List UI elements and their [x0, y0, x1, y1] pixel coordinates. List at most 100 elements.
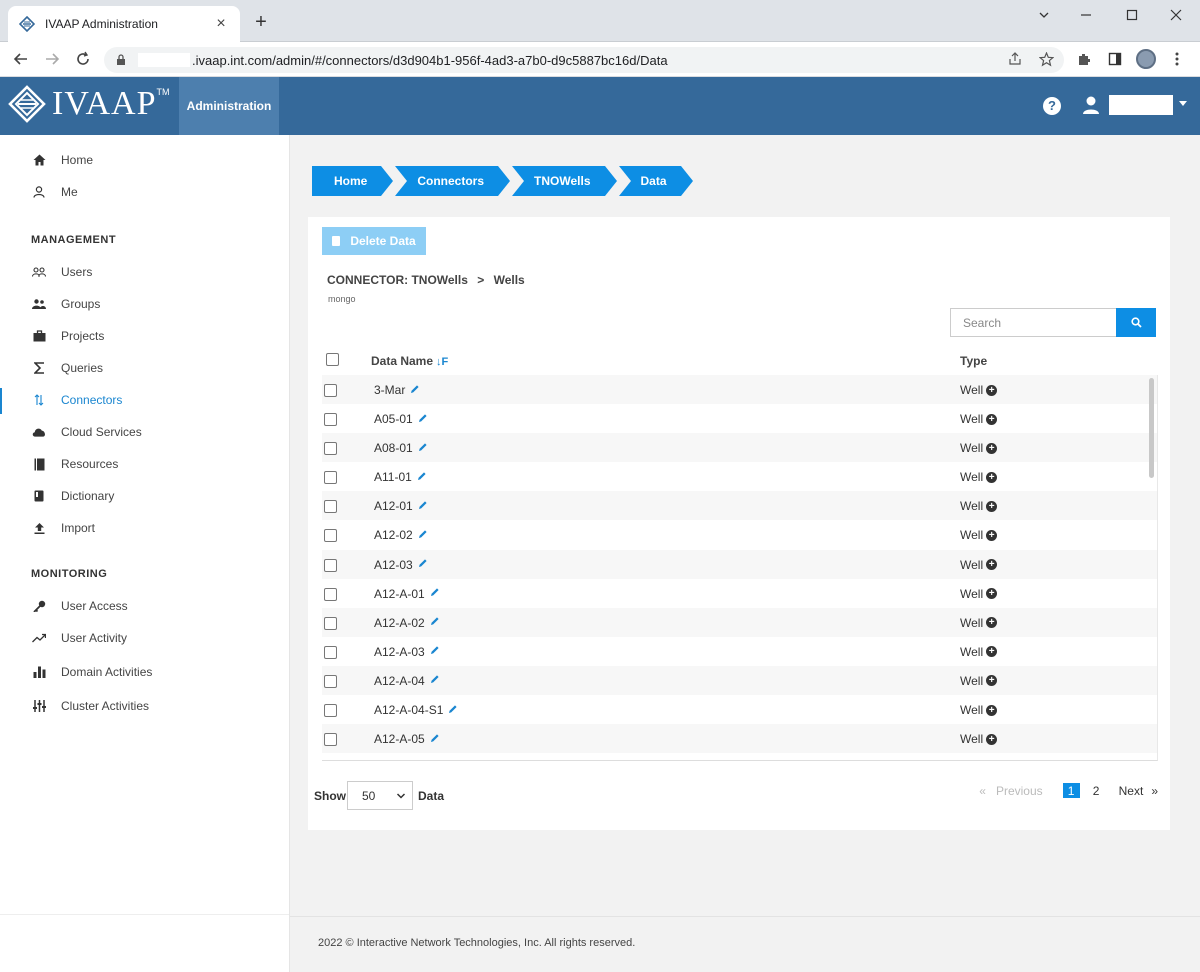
row-name[interactable]: A08-01	[374, 441, 413, 455]
sidebar-item-queries[interactable]: Queries	[0, 354, 289, 382]
add-circle-icon[interactable]: +	[986, 617, 998, 629]
sidebar-item-groups[interactable]: Groups	[0, 290, 289, 318]
edit-pencil-icon[interactable]	[430, 733, 440, 746]
row-name[interactable]: A12-A-02	[374, 616, 425, 630]
minimize-icon[interactable]	[1068, 4, 1104, 26]
sort-icon[interactable]: ↓F	[436, 356, 448, 368]
search-input[interactable]	[950, 308, 1116, 337]
add-circle-icon[interactable]: +	[986, 413, 998, 425]
add-circle-icon[interactable]: +	[986, 733, 998, 745]
table-row[interactable]: A12-01 Well +	[322, 491, 1157, 521]
ivaap-logo[interactable]: IVAAP TM	[8, 85, 170, 123]
sidebar-item-user-access[interactable]: User Access	[0, 592, 289, 620]
star-icon[interactable]	[1035, 48, 1057, 70]
edit-pencil-icon[interactable]	[430, 587, 440, 600]
add-circle-icon[interactable]: +	[986, 646, 998, 658]
table-row[interactable]: A12-A-03 Well +	[322, 637, 1157, 666]
sidebar-item-users[interactable]: Users	[0, 258, 289, 286]
row-checkbox[interactable]	[324, 384, 337, 397]
edit-pencil-icon[interactable]	[418, 529, 428, 542]
row-checkbox[interactable]	[324, 471, 337, 485]
table-row[interactable]: A12-02 Well +	[322, 520, 1157, 549]
delete-data-button[interactable]: Delete Data	[322, 227, 426, 255]
add-circle-icon[interactable]: +	[986, 442, 998, 454]
sidebar-item-cloud-services[interactable]: Cloud Services	[0, 418, 289, 446]
row-checkbox[interactable]	[324, 442, 337, 456]
edit-pencil-icon[interactable]	[430, 616, 440, 629]
breadcrumb-connectors[interactable]: Connectors	[395, 166, 510, 196]
add-circle-icon[interactable]: +	[986, 588, 998, 600]
table-row[interactable]: A08-01 Well +	[322, 433, 1157, 463]
share-icon[interactable]	[1004, 48, 1026, 70]
caret-down-icon[interactable]	[1179, 101, 1187, 106]
row-name[interactable]: A12-A-01	[374, 587, 425, 601]
row-name[interactable]: A12-02	[374, 528, 413, 542]
add-circle-icon[interactable]: +	[986, 500, 998, 512]
next-button[interactable]: Next »	[1119, 784, 1158, 798]
username-box[interactable]	[1109, 95, 1173, 115]
row-name[interactable]: A12-A-03	[374, 645, 425, 659]
row-checkbox[interactable]	[324, 413, 337, 427]
table-row[interactable]: A12-A-04 Well +	[322, 665, 1157, 696]
chevron-down-icon[interactable]	[1026, 4, 1062, 26]
row-name[interactable]: A12-A-04	[374, 674, 425, 688]
row-checkbox[interactable]	[324, 587, 337, 601]
add-circle-icon[interactable]: +	[986, 384, 998, 396]
row-checkbox[interactable]	[324, 674, 337, 688]
row-name[interactable]: A11-01	[374, 470, 412, 484]
tab-close-icon[interactable]: ×	[212, 15, 230, 33]
add-circle-icon[interactable]: +	[986, 529, 998, 541]
sidebar-item-me[interactable]: Me	[0, 178, 289, 206]
edit-pencil-icon[interactable]	[418, 413, 428, 426]
edit-pencil-icon[interactable]	[410, 384, 420, 397]
add-circle-icon[interactable]: +	[986, 471, 998, 483]
row-checkbox[interactable]	[324, 616, 337, 630]
select-all-checkbox[interactable]	[326, 353, 339, 366]
table-row[interactable]: A12-A-01 Well +	[322, 579, 1157, 608]
administration-tab[interactable]: Administration	[179, 77, 279, 135]
table-row[interactable]: A12-A-04-S1 Well +	[322, 695, 1157, 724]
table-row[interactable]: A12-A-05 Well +	[322, 724, 1157, 754]
breadcrumb-data[interactable]: Data	[618, 166, 693, 196]
maximize-icon[interactable]	[1114, 4, 1150, 26]
add-circle-icon[interactable]: +	[986, 704, 998, 716]
url-bar[interactable]: .ivaap.int.com/admin/#/connectors/d3d904…	[104, 47, 1064, 73]
breadcrumb-home[interactable]: Home	[312, 166, 394, 196]
sidebar-item-home[interactable]: Home	[0, 146, 289, 174]
search-button[interactable]	[1116, 308, 1156, 337]
edit-pencil-icon[interactable]	[417, 471, 427, 484]
more-menu-icon[interactable]	[1166, 48, 1188, 70]
sidebar-item-cluster-activities[interactable]: Cluster Activities	[0, 692, 289, 720]
page-2-button[interactable]: 2	[1088, 783, 1105, 798]
row-name[interactable]: A12-01	[374, 499, 413, 513]
page-1-button[interactable]: 1	[1062, 783, 1080, 798]
add-circle-icon[interactable]: +	[986, 559, 998, 571]
close-window-icon[interactable]	[1158, 4, 1194, 26]
edit-pencil-icon[interactable]	[418, 442, 428, 455]
user-icon[interactable]	[1081, 95, 1101, 115]
row-checkbox[interactable]	[324, 645, 337, 659]
breadcrumb-tnowells[interactable]: TNOWells	[512, 166, 618, 196]
table-row[interactable]: 3-Mar Well +	[322, 375, 1157, 405]
table-row[interactable]: A05-01 Well +	[322, 404, 1157, 433]
previous-button[interactable]: « Previous	[979, 784, 1052, 798]
row-checkbox[interactable]	[324, 733, 337, 747]
back-arrow-icon[interactable]	[10, 48, 32, 70]
sidebar-item-import[interactable]: Import	[0, 514, 289, 542]
row-checkbox[interactable]	[324, 529, 337, 543]
row-name[interactable]: 3-Mar	[374, 383, 405, 397]
row-checkbox[interactable]	[324, 704, 337, 718]
edit-pencil-icon[interactable]	[430, 674, 440, 687]
reload-icon[interactable]	[72, 48, 94, 70]
row-name[interactable]: A12-03	[374, 558, 413, 572]
row-name[interactable]: A05-01	[374, 412, 413, 426]
sidebar-item-resources[interactable]: Resources	[0, 450, 289, 478]
forward-arrow-icon[interactable]	[41, 48, 63, 70]
sidebar-item-domain-activities[interactable]: Domain Activities	[0, 658, 289, 686]
column-header-data-name[interactable]: Data Name ↓F	[371, 354, 448, 368]
sidebar-item-user-activity[interactable]: User Activity	[0, 624, 289, 652]
help-icon[interactable]: ?	[1043, 97, 1061, 115]
sidebar-item-projects[interactable]: Projects	[0, 322, 289, 350]
row-name[interactable]: A12-A-04-S1	[374, 703, 443, 717]
row-name[interactable]: A12-A-05	[374, 732, 425, 746]
